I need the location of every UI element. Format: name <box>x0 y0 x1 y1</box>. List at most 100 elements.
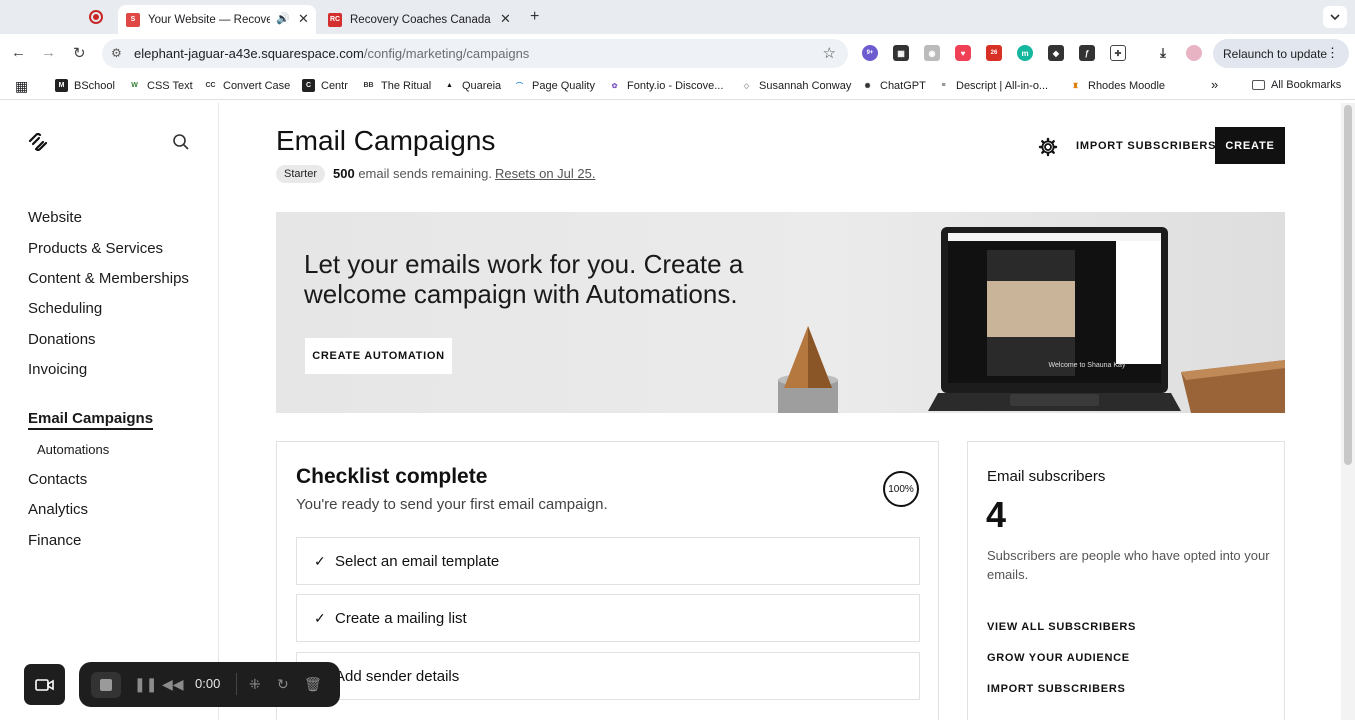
close-tab-icon[interactable]: ✕ <box>298 11 309 27</box>
plan-badge: Starter <box>276 165 326 183</box>
import-subscribers-link[interactable]: IMPORT SUBSCRIBERS <box>987 683 1126 695</box>
tab-recovery-coaches[interactable]: RC Recovery Coaches Canada ✕ <box>320 5 520 34</box>
browser-toolbar: ← → ↻ ⚙ elephant-jaguar-a43e.squarespace… <box>0 34 1355 72</box>
bookmark-quareia[interactable]: ▲ Quareia <box>443 79 501 92</box>
gear-icon[interactable] <box>1038 137 1058 157</box>
bookmarks-bar: ▦ M BSchool W CSS Text CC Convert Case C Cen… <box>0 72 1355 100</box>
extension-mask-icon[interactable]: ◆ <box>1048 45 1064 61</box>
grow-your-audience-link[interactable]: GROW YOUR AUDIENCE <box>987 652 1130 664</box>
bookmark-rhodes-moodle[interactable]: ♜ Rhodes Moodle <box>1069 79 1165 92</box>
subscriber-count: 4 <box>986 494 1007 535</box>
bookmark-chatgpt[interactable]: ✺ ChatGPT <box>861 79 926 92</box>
quareia-icon: ▲ <box>443 79 456 92</box>
bschool-icon: M <box>55 79 68 92</box>
subscribers-title: Email subscribers <box>987 468 1106 485</box>
profile-avatar-icon[interactable] <box>1186 45 1202 61</box>
back-arrow-icon[interactable]: ← <box>11 44 26 61</box>
squarespace-favicon-icon: S <box>126 12 140 27</box>
extension-badge-icon[interactable]: 9+ <box>862 45 878 61</box>
rewind-icon[interactable]: ◀◀ <box>162 676 184 693</box>
tab-search-chevron-icon[interactable] <box>1323 6 1347 28</box>
scrollbar-thumb[interactable] <box>1344 105 1352 465</box>
apps-grid-icon[interactable]: ▦ <box>893 45 909 61</box>
apps-launcher-icon[interactable]: ▦ <box>15 78 28 95</box>
checklist-item[interactable]: ✓ Add sender details <box>296 652 920 700</box>
address-bar[interactable]: ⚙ elephant-jaguar-a43e.squarespace.com/c… <box>102 39 848 68</box>
font-extension-icon[interactable]: ƒ <box>1079 45 1095 61</box>
sidebar-item-invoicing[interactable]: Invoicing <box>28 361 87 378</box>
pocket-icon[interactable]: ♥ <box>955 45 971 61</box>
bookmark-descript[interactable]: ≡ Descript | All-in-o... <box>937 79 1048 92</box>
checklist-item[interactable]: ✓ Select an email template <box>296 537 920 585</box>
pause-icon[interactable]: ❚❚ <box>134 676 157 693</box>
checklist-item[interactable]: ✓ Create a mailing list <box>296 594 920 642</box>
bookmark-convert-case[interactable]: CC Convert Case <box>204 79 290 92</box>
stop-recording-button[interactable] <box>91 672 121 698</box>
relaunch-label: Relaunch to update <box>1223 46 1328 61</box>
susannah-conway-icon: ◇ <box>740 79 753 92</box>
recording-timer: 0:00 <box>195 676 221 691</box>
sidebar-item-website[interactable]: Website <box>28 209 82 226</box>
restart-icon[interactable]: ↻ <box>277 676 289 693</box>
css-text-icon: W <box>128 79 141 92</box>
page-scrollbar[interactable] <box>1341 103 1355 720</box>
browser-tab-strip: S Your Website — Recovery 🔊 ✕ RC Recover… <box>0 0 1355 34</box>
calendar-badge-icon[interactable]: 26 <box>986 45 1002 61</box>
squarespace-logo-icon[interactable] <box>28 133 48 151</box>
bookmark-css-text[interactable]: W CSS Text <box>128 79 193 92</box>
sidebar-item-analytics[interactable]: Analytics <box>28 501 88 518</box>
trash-icon[interactable]: 🗑 <box>304 676 322 693</box>
bookmark-the-ritual[interactable]: BB The Ritual <box>362 79 431 92</box>
import-subscribers-button[interactable]: IMPORT SUBSCRIBERS <box>1076 140 1216 152</box>
page-title: Email Campaigns <box>276 125 496 156</box>
bookmark-centr[interactable]: C Centr <box>302 79 348 92</box>
camera-icon[interactable]: ◉ <box>924 45 940 61</box>
puzzle-extensions-icon[interactable]: ✚ <box>1110 45 1126 61</box>
sidebar-item-contacts[interactable]: Contacts <box>28 471 87 488</box>
more-bookmarks-chevron-icon[interactable]: » <box>1211 77 1218 92</box>
search-icon[interactable] <box>172 133 190 151</box>
checkmark-icon: ✓ <box>314 553 326 569</box>
main-content: Email Campaigns Starter 500 email sends … <box>220 103 1341 720</box>
sends-remaining-text: 500 email sends remaining. Resets on Jul … <box>333 166 596 181</box>
automation-promo-banner: Let your emails work for you. Create a w… <box>276 212 1285 413</box>
all-bookmarks-folder[interactable]: All Bookmarks <box>1252 79 1341 91</box>
relaunch-to-update-button[interactable]: Relaunch to update ⋮ <box>1213 39 1349 68</box>
bookmark-fonty[interactable]: ✿ Fonty.io - Discove... <box>608 79 723 92</box>
descript-icon: ≡ <box>937 79 950 92</box>
speaker-icon: 🔊 <box>276 13 290 25</box>
site-info-icon[interactable]: ⚙ <box>111 46 122 60</box>
more-menu-icon[interactable]: ⋮ <box>1326 45 1339 61</box>
sidebar-item-finance[interactable]: Finance <box>28 532 81 549</box>
bookmark-bschool[interactable]: M BSchool <box>55 79 115 92</box>
close-tab-icon[interactable]: ✕ <box>500 11 511 27</box>
reset-date-link[interactable]: Resets on Jul 25. <box>495 166 595 181</box>
drag-grid-icon[interactable]: ⁜ <box>249 676 261 693</box>
rhodes-moodle-icon: ♜ <box>1069 79 1082 92</box>
checklist-title: Checklist complete <box>296 465 488 488</box>
tab-your-website[interactable]: S Your Website — Recovery 🔊 ✕ <box>118 5 316 34</box>
bookmark-page-quality[interactable]: ⌒ Page Quality <box>513 79 595 92</box>
sidebar-item-email-campaigns[interactable]: Email Campaigns <box>28 410 154 430</box>
bookmark-star-icon[interactable]: ☆ <box>823 44 836 62</box>
sidebar-item-content-memberships[interactable]: Content & Memberships <box>28 270 189 287</box>
new-tab-plus-icon[interactable]: + <box>530 8 539 26</box>
download-icon[interactable]: ⤓ <box>1155 45 1171 61</box>
camera-toggle-button[interactable] <box>24 664 65 705</box>
sidebar-item-donations[interactable]: Donations <box>28 331 96 348</box>
rcc-favicon-icon: RC <box>328 12 342 27</box>
sidebar-item-products-services[interactable]: Products & Services <box>28 240 163 257</box>
grammar-icon[interactable]: m <box>1017 45 1033 61</box>
create-automation-button[interactable]: CREATE AUTOMATION <box>305 338 452 374</box>
bookmark-susannah-conway[interactable]: ◇ Susannah Conway <box>740 79 851 92</box>
forward-arrow-icon[interactable]: → <box>41 44 56 61</box>
fonty-icon: ✿ <box>608 79 621 92</box>
create-button[interactable]: CREATE <box>1215 127 1285 164</box>
sidebar-subitem-automations[interactable]: Automations <box>37 442 109 457</box>
subscribers-description: Subscribers are people who have opted in… <box>987 548 1270 582</box>
reload-icon[interactable]: ↻ <box>73 44 86 62</box>
sidebar-item-scheduling[interactable]: Scheduling <box>28 300 102 317</box>
view-all-subscribers-link[interactable]: VIEW ALL SUBSCRIBERS <box>987 621 1136 633</box>
progress-ring: 100% <box>883 471 919 507</box>
checklist-item-label: Add sender details <box>335 668 460 685</box>
